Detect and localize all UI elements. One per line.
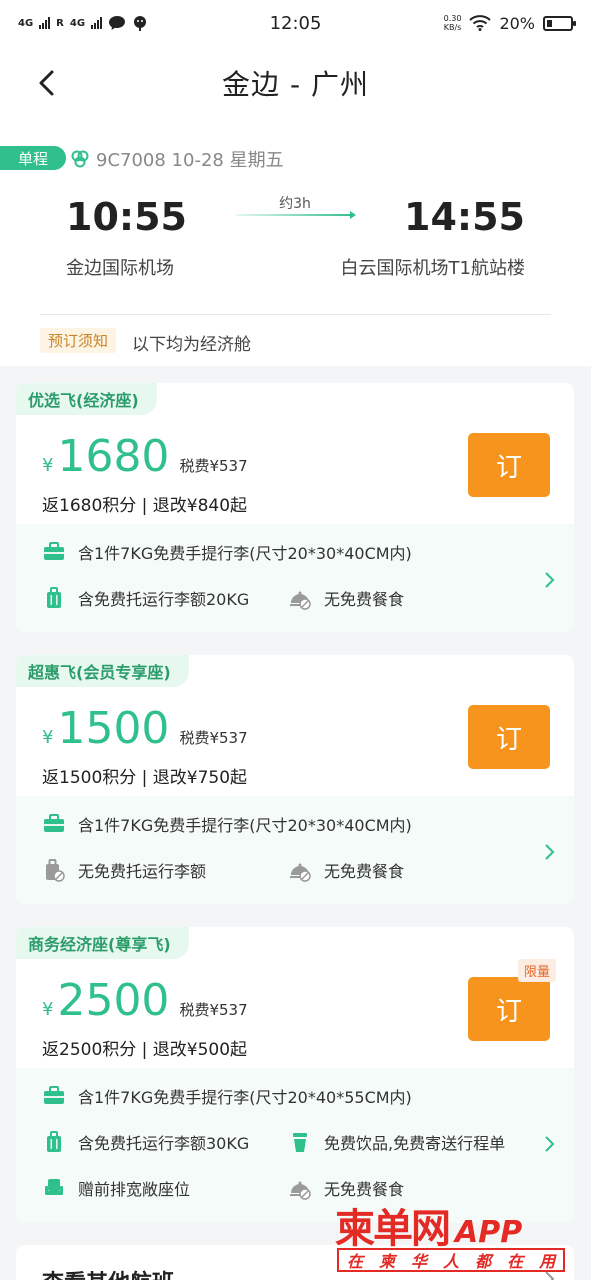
- meal-off-icon: [290, 591, 311, 610]
- arrival-airport: 白云国际机场T1航站楼: [340, 258, 525, 279]
- points-refund-info: 返2500积分 | 退改¥500起: [42, 1040, 248, 1060]
- luggage-icon: [47, 1131, 61, 1152]
- drink-icon: [293, 1133, 307, 1152]
- book-button[interactable]: 订: [468, 977, 550, 1041]
- airline-logo-icon: [71, 150, 89, 168]
- fare-card: 优选飞(经济座) ¥ 1680 税费¥537 返1680积分 | 退改¥840起…: [16, 383, 574, 632]
- briefcase-icon: [44, 542, 64, 560]
- message-icon: [109, 16, 126, 30]
- divider: [40, 314, 551, 315]
- flight-info: 9C7008 10-28 星期五: [70, 146, 284, 172]
- fare-price: ¥ 1500 税费¥537: [42, 703, 248, 754]
- back-arrow-icon[interactable]: [32, 66, 62, 100]
- watermark-slogan: 在 柬 华 人 都 在 用: [337, 1248, 566, 1272]
- perk-item: 含1件7KG免费手提行李(尺寸20*40*55CM内): [42, 1084, 412, 1108]
- chevron-right-icon[interactable]: [542, 842, 556, 862]
- departure-time: 10:55: [66, 195, 187, 239]
- perk-item: 无免费餐食: [288, 858, 404, 882]
- fare-type-tag: 优选飞(经济座): [16, 383, 157, 415]
- luggage-icon: [47, 587, 61, 608]
- price-amount: 1500: [57, 703, 170, 754]
- sim1-label: 4G: [18, 17, 34, 29]
- meal-off-icon: [290, 1181, 311, 1200]
- fare-type-tag: 商务经济座(尊享飞): [16, 927, 189, 959]
- meal-off-icon: [290, 863, 311, 882]
- watermark-brand: 柬单网: [335, 1205, 451, 1252]
- trip-type-badge: 单程: [0, 146, 66, 170]
- watermark-app: APP: [455, 1215, 523, 1250]
- points-refund-info: 返1500积分 | 退改¥750起: [42, 768, 248, 788]
- departure-airport: 金边国际机场: [66, 258, 174, 279]
- limited-badge: 限量: [517, 959, 556, 982]
- tax-fee: 税费¥537: [179, 457, 248, 475]
- wifi-icon: [469, 15, 492, 31]
- app-notification-icon: [134, 16, 147, 31]
- perk-item: 无免费托运行李额: [42, 858, 206, 882]
- perk-item: 免费饮品,免费寄送行程单: [288, 1130, 505, 1154]
- fare-price: ¥ 1680 税费¥537: [42, 431, 248, 482]
- chevron-right-icon[interactable]: [542, 1134, 556, 1154]
- fare-price: ¥ 2500 税费¥537: [42, 975, 248, 1026]
- arrival-time: 14:55: [404, 195, 525, 239]
- points-refund-info: 返1680积分 | 退改¥840起: [42, 496, 248, 516]
- navigation-bar: 金边 - 广州: [0, 46, 591, 120]
- seat-icon: [45, 1179, 63, 1195]
- page-title: 金边 - 广州: [222, 68, 369, 101]
- status-bar: 4G R 4G 12:05 0.30 KB/s 20%: [0, 0, 591, 46]
- fare-perks[interactable]: 含1件7KG免费手提行李(尺寸20*30*40CM内) 无免费托运行李额 无免费…: [16, 796, 574, 904]
- price-amount: 1680: [57, 431, 170, 482]
- fare-card: 商务经济座(尊享飞) ¥ 2500 税费¥537 返2500积分 | 退改¥50…: [16, 927, 574, 1223]
- flight-duration: 约3h: [279, 196, 311, 212]
- battery-icon: [543, 15, 576, 31]
- fare-perks[interactable]: 含1件7KG免费手提行李(尺寸20*30*40CM内) 含免费托运行李额20KG…: [16, 524, 574, 632]
- net-speed: 0.30 KB/s: [443, 14, 462, 32]
- tax-fee: 税费¥537: [179, 1001, 248, 1019]
- briefcase-icon: [44, 814, 64, 832]
- duration-arrow: [236, 211, 356, 219]
- other-flights-label: 查看其他航班: [42, 1265, 174, 1280]
- fare-type-tag: 超惠飞(会员专享座): [16, 655, 189, 687]
- flight-number-date: 9C7008 10-28 星期五: [96, 150, 284, 171]
- signal-icon: [91, 17, 103, 29]
- perk-item: 赠前排宽敞座位: [42, 1176, 190, 1200]
- perk-item: 无免费餐食: [288, 586, 404, 610]
- perk-item: 含免费托运行李额30KG: [42, 1130, 249, 1154]
- tax-fee: 税费¥537: [179, 729, 248, 747]
- signal-icon: [39, 17, 51, 29]
- perk-item: 含1件7KG免费手提行李(尺寸20*30*40CM内): [42, 812, 412, 836]
- flight-summary: 单程 9C7008 10-28 星期五 10:55 约3h 14:55 金边国际…: [0, 120, 591, 366]
- luggage-off-icon: [46, 859, 65, 882]
- battery-percent: 20%: [499, 13, 535, 33]
- book-button[interactable]: 订: [468, 433, 550, 497]
- roaming-label: R: [56, 17, 64, 29]
- sim2-label: 4G: [69, 17, 86, 29]
- price-amount: 2500: [57, 975, 170, 1026]
- watermark: 柬单网 APP 在 柬 华 人 都 在 用: [335, 1196, 583, 1280]
- chevron-right-icon[interactable]: [542, 570, 556, 590]
- cabin-notice: 以下均为经济舱: [132, 335, 251, 355]
- fare-card: 超惠飞(会员专享座) ¥ 1500 税费¥537 返1500积分 | 退改¥75…: [16, 655, 574, 904]
- perk-item: 含1件7KG免费手提行李(尺寸20*30*40CM内): [42, 540, 412, 564]
- book-button[interactable]: 订: [468, 705, 550, 769]
- briefcase-icon: [44, 1086, 64, 1104]
- booking-notice-link[interactable]: 预订须知: [40, 328, 117, 353]
- perk-item: 含免费托运行李额20KG: [42, 586, 249, 610]
